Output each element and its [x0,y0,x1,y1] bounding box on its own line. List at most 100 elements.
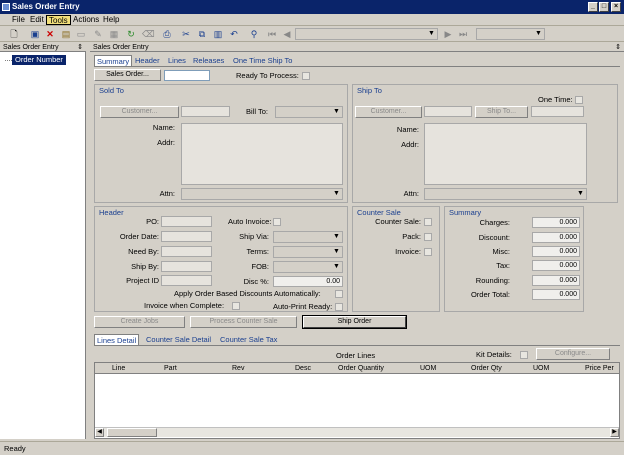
sales-order-input[interactable] [164,70,210,81]
tree-item-order-number[interactable]: Order Number [12,55,66,65]
tab-lines[interactable]: Lines [166,55,188,66]
col-desc[interactable]: Desc [295,363,311,374]
close-button[interactable]: × [611,2,621,12]
menu-file[interactable]: File [10,15,27,25]
secondary-combo[interactable]: ▼ [476,28,545,40]
ship-to-button[interactable]: Ship To... [475,106,528,118]
toolbar: 🗋 ▣ ✕ ▤ ▭ ✎ ▦ ↻ ⌫ ⎙ ✂ ⧉ ▥ ↶ ⚲ ⏮ ◀ ▼ ▶ ⏭ … [0,26,624,42]
delete-icon[interactable]: ✕ [45,29,55,39]
apply-discounts-checkbox[interactable] [335,290,343,298]
ready-to-process-label: Ready To Process: [236,71,299,80]
pin-icon[interactable]: ⇕ [77,43,83,52]
order-date-input[interactable] [161,231,212,242]
col-uom[interactable]: UOM [420,363,436,374]
ship-to-attn-combo[interactable]: ▼ [424,188,587,200]
lower-tab-bar: Lines Detail Counter Sale Detail Counter… [94,334,624,345]
process-counter-sale-button[interactable]: Process Counter Sale [190,316,297,328]
menu-tools[interactable]: Tools [46,15,71,25]
menu-edit[interactable]: Edit [28,15,46,25]
tab-counter-sale-tax[interactable]: Counter Sale Tax [218,334,279,345]
ship-order-button[interactable]: Ship Order [302,315,407,329]
col-order-quantity[interactable]: Order Quantity [338,363,384,374]
refresh-icon[interactable]: ↻ [126,29,136,39]
tab-releases[interactable]: Releases [191,55,226,66]
maximize-button[interactable]: □ [599,2,609,12]
po-input[interactable] [161,216,212,227]
fob-combo[interactable]: ▼ [273,261,343,273]
tab-counter-sale-detail[interactable]: Counter Sale Detail [144,334,213,345]
counter-sale-checkbox[interactable] [424,218,432,226]
ship-to-customer-button[interactable]: Customer... [355,106,422,118]
col-uom-2[interactable]: UOM [533,363,549,374]
need-by-input[interactable] [161,246,212,257]
copy-doc-icon[interactable]: ⧉ [197,29,207,39]
sold-to-name-address-box[interactable] [181,123,343,185]
next-record-icon[interactable]: ▶ [443,29,453,39]
tab-one-time-ship-to[interactable]: One Time Ship To [231,55,294,66]
auto-print-checkbox[interactable] [335,303,343,311]
scroll-left-icon[interactable]: ◀ [95,428,104,437]
clear-icon[interactable]: ⌫ [142,29,155,39]
menu-help[interactable]: Help [101,15,121,25]
folder-icon[interactable]: ▭ [76,29,86,39]
sold-to-attn-combo[interactable]: ▼ [181,188,343,200]
tab-summary[interactable]: Summary [94,55,133,66]
kit-details-checkbox[interactable] [520,351,528,359]
auto-invoice-checkbox[interactable] [273,218,281,226]
one-time-checkbox[interactable] [575,96,583,104]
col-rev[interactable]: Rev [232,363,244,374]
pack-checkbox[interactable] [424,233,432,241]
sold-to-customer-button[interactable]: Customer... [100,106,179,118]
window-title: Sales Order Entry [12,2,80,11]
tab-header[interactable]: Header [133,55,162,66]
menu-actions[interactable]: Actions [71,15,101,25]
new-icon[interactable]: 🗋 [9,29,19,39]
col-order-qty[interactable]: Order Qty [471,363,502,374]
configure-button[interactable]: Configure... [536,348,610,360]
attach-icon[interactable]: ▤ [61,29,71,39]
create-jobs-button[interactable]: Create Jobs [94,316,185,328]
scroll-thumb[interactable] [107,428,157,437]
record-navigator-combo[interactable]: ▼ [295,28,438,40]
edit-icon[interactable]: ✎ [93,29,103,39]
sold-to-attn-label: Attn: [159,189,175,198]
pin-icon[interactable]: ⇕ [615,43,621,52]
chevron-down-icon: ▼ [333,263,340,270]
print-icon[interactable]: ⎙ [162,29,172,39]
scroll-right-icon[interactable]: ▶ [610,428,619,437]
col-line[interactable]: Line [112,363,125,374]
col-price-per[interactable]: Price Per [585,363,614,374]
ship-via-combo[interactable]: ▼ [273,231,343,243]
order-lines-grid[interactable]: Line Part Rev Desc Order Quantity UOM Or… [94,362,620,439]
ship-to-id[interactable] [531,106,584,117]
sales-order-button[interactable]: Sales Order... [94,69,161,81]
terms-combo[interactable]: ▼ [273,246,343,258]
last-record-icon[interactable]: ⏭ [458,29,468,39]
project-id-input[interactable] [161,275,212,286]
ship-by-input[interactable] [161,261,212,272]
copy-icon[interactable]: ▦ [109,29,119,39]
chevron-down-icon: ▼ [333,233,340,240]
tab-lines-detail[interactable]: Lines Detail [94,334,140,345]
minimize-button[interactable]: _ [588,2,598,12]
previous-record-icon[interactable]: ◀ [282,29,292,39]
save-icon[interactable]: ▣ [30,29,40,39]
invoice-complete-checkbox[interactable] [232,302,240,310]
ship-to-name-address-box[interactable] [424,123,587,185]
sold-to-customer-id[interactable] [181,106,230,117]
first-record-icon[interactable]: ⏮ [267,29,277,39]
chevron-down-icon: ▼ [333,108,340,115]
undo-icon[interactable]: ↶ [229,29,239,39]
chevron-down-icon: ▼ [535,30,542,37]
horizontal-scrollbar[interactable]: ◀ ▶ [95,427,619,437]
invoice-checkbox[interactable] [424,248,432,256]
bill-to-combo[interactable]: ▼ [275,106,343,118]
ready-to-process-checkbox[interactable] [302,72,310,80]
ship-to-customer-id[interactable] [424,106,472,117]
cut-icon[interactable]: ✂ [181,29,191,39]
summary-title: Summary [449,208,482,217]
col-part[interactable]: Part [164,363,177,374]
disc-input[interactable]: 0.00 [273,276,343,287]
search-icon[interactable]: ⚲ [249,29,259,39]
paste-icon[interactable]: ▥ [213,29,223,39]
